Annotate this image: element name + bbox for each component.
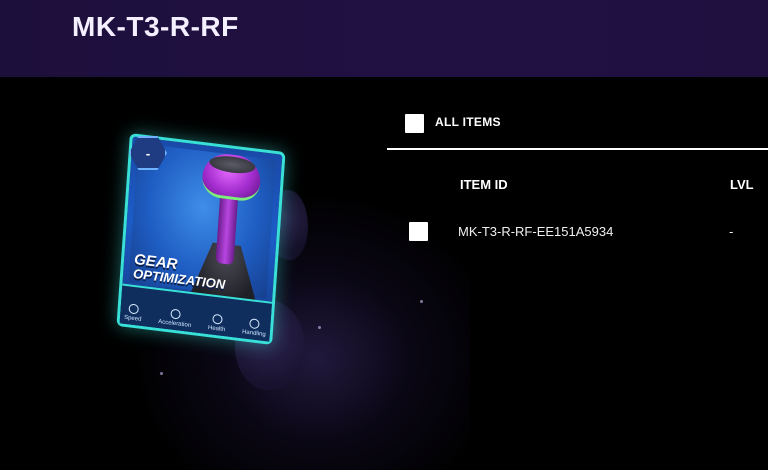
sparkle [160,372,163,375]
steering-wheel-icon [249,318,260,330]
row-checkbox[interactable] [409,222,428,241]
stat-speed: Speed [124,303,143,323]
stat-label: Acceleration [157,318,192,329]
gauge-icon [170,308,181,320]
lightning-icon [128,303,139,315]
page-header: MK-T3-R-RF [0,0,768,77]
stat-acceleration: Acceleration [158,307,192,329]
select-all-label: ALL ITEMS [435,115,501,129]
shield-icon [211,313,223,325]
sparkle [318,326,321,329]
stat-label: Health [207,325,226,334]
stat-health: Health [208,313,227,333]
row-item-id: MK-T3-R-RF-EE151A5934 [458,224,614,239]
list-divider [387,148,768,150]
stat-label: Speed [123,314,142,323]
column-header-item-id: ITEM ID [460,177,508,192]
stat-handling: Handling [242,317,267,338]
select-all-checkbox[interactable] [405,114,424,133]
sparkle [420,300,423,303]
stat-label: Handling [241,329,266,339]
page-title: MK-T3-R-RF [72,11,239,42]
column-header-level: LVL [730,177,754,192]
row-level: - [729,224,734,239]
item-card[interactable]: GEAR OPTIMIZATION Speed Acceleration Hea… [105,130,305,345]
